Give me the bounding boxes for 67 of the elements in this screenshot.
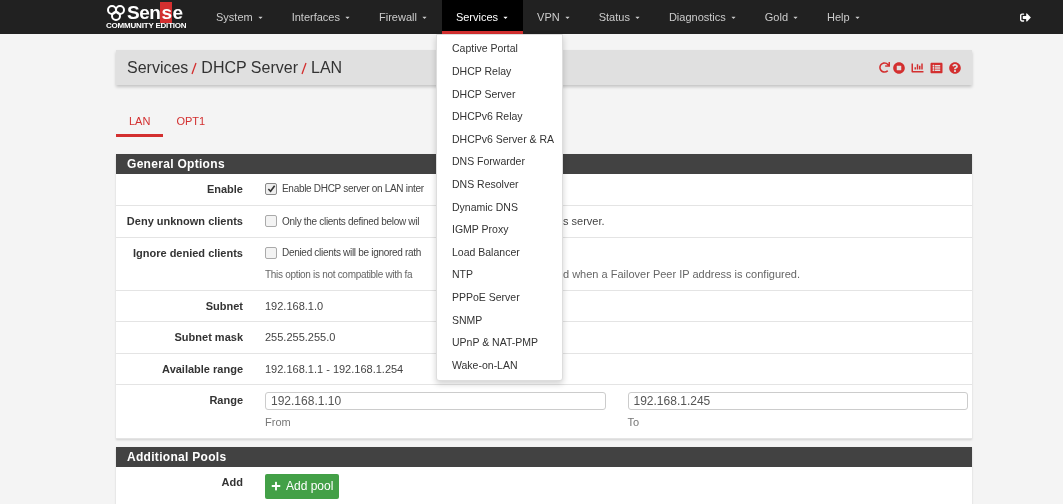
checkbox[interactable] [265, 182, 277, 195]
option-text: Denied clients will be ignored rath [282, 246, 422, 260]
help-text: d when a Failover Peer IP address is configured. [563, 267, 801, 282]
nav-menu[interactable]: Diagnostics [654, 0, 751, 34]
field-value: 192.168.1.0 [265, 299, 324, 312]
menu-item[interactable]: NTP [437, 263, 562, 287]
option-text: s server. [563, 214, 605, 229]
nav-menu[interactable]: Gold [750, 0, 813, 34]
logo-icon [106, 5, 126, 21]
plus-icon [271, 481, 281, 491]
tab[interactable]: OPT1 [163, 108, 219, 137]
breadcrumb-item[interactable]: Services [127, 55, 189, 80]
menu-item[interactable]: DHCPv6 Relay [437, 105, 562, 129]
option-text: Enable DHCP server on LAN inter [282, 182, 424, 196]
nav-menu[interactable]: Interfaces [277, 0, 365, 34]
tab[interactable]: LAN [116, 108, 164, 137]
logo-subtitle: COMMUNITY EDITION [106, 22, 187, 30]
menu-item[interactable]: IGMP Proxy [437, 218, 562, 242]
menu-item[interactable]: Captive Portal [437, 38, 562, 61]
menu-item[interactable]: DHCPv6 Server & RA [437, 128, 562, 151]
help-icon[interactable] [949, 61, 961, 74]
nav-menu[interactable]: Help [813, 0, 875, 34]
menu-item[interactable]: DNS Resolver [437, 173, 562, 197]
menu-item[interactable]: DNS Forwarder [437, 150, 562, 174]
reload-icon[interactable] [879, 62, 890, 73]
nav-menu[interactable]: Status [584, 0, 655, 34]
field-caption: To [627, 415, 641, 430]
field-label: Range [209, 394, 243, 406]
menu-item[interactable]: DHCP Server [437, 83, 562, 106]
field-label: Add [221, 475, 243, 488]
bar-chart-icon[interactable] [911, 61, 924, 74]
section-title: General Options [127, 156, 225, 173]
menu-item[interactable]: DHCP Relay [437, 60, 562, 84]
checkbox[interactable] [265, 215, 277, 228]
field-label: Available range [162, 362, 243, 375]
nav-menu[interactable]: Services [441, 0, 524, 34]
breadcrumb-item[interactable]: DHCP Server [201, 55, 298, 80]
logout-icon[interactable] [1019, 11, 1031, 23]
menu-item[interactable]: UPnP & NAT-PMP [437, 331, 562, 355]
nav-menu[interactable]: VPN [523, 0, 585, 34]
option-text: Only the clients defined below wil [282, 214, 420, 229]
field-label: Deny unknown clients [126, 215, 243, 227]
slash-icon [190, 60, 200, 75]
field-label: Enable [206, 183, 243, 195]
help-text: This option is not compatible with fa [265, 269, 413, 280]
checkbox[interactable] [265, 246, 277, 259]
section-title: Additional Pools [127, 448, 227, 466]
input-field[interactable]: 192.168.1.245 [627, 392, 968, 410]
menu-item[interactable]: SNMP [437, 309, 562, 332]
field-value: 255.255.255.0 [265, 331, 336, 343]
field-value: 192.168.1.1 - 192.168.1.254 [265, 362, 404, 375]
list-icon[interactable] [930, 61, 943, 74]
nav-menu[interactable]: System [202, 0, 278, 34]
field-caption: From [265, 415, 292, 430]
field-label: Subnet mask [174, 331, 243, 343]
menu-item[interactable]: PPPoE Server [437, 286, 562, 310]
breadcrumb-item: LAN [311, 57, 343, 78]
field-label: Ignore denied clients [132, 247, 243, 259]
input-field[interactable]: 192.168.1.10 [265, 392, 606, 410]
nav-menu[interactable]: Firewall [365, 0, 442, 34]
field-label: Subnet [205, 299, 243, 312]
menu-item[interactable]: Dynamic DNS [437, 196, 562, 219]
menu-item[interactable]: Wake-on-LAN [437, 354, 562, 377]
logo-text: Sense [127, 4, 183, 22]
slash-icon [300, 60, 309, 75]
menu-item[interactable]: Load Balancer [437, 241, 562, 264]
stop-icon[interactable] [893, 61, 905, 74]
